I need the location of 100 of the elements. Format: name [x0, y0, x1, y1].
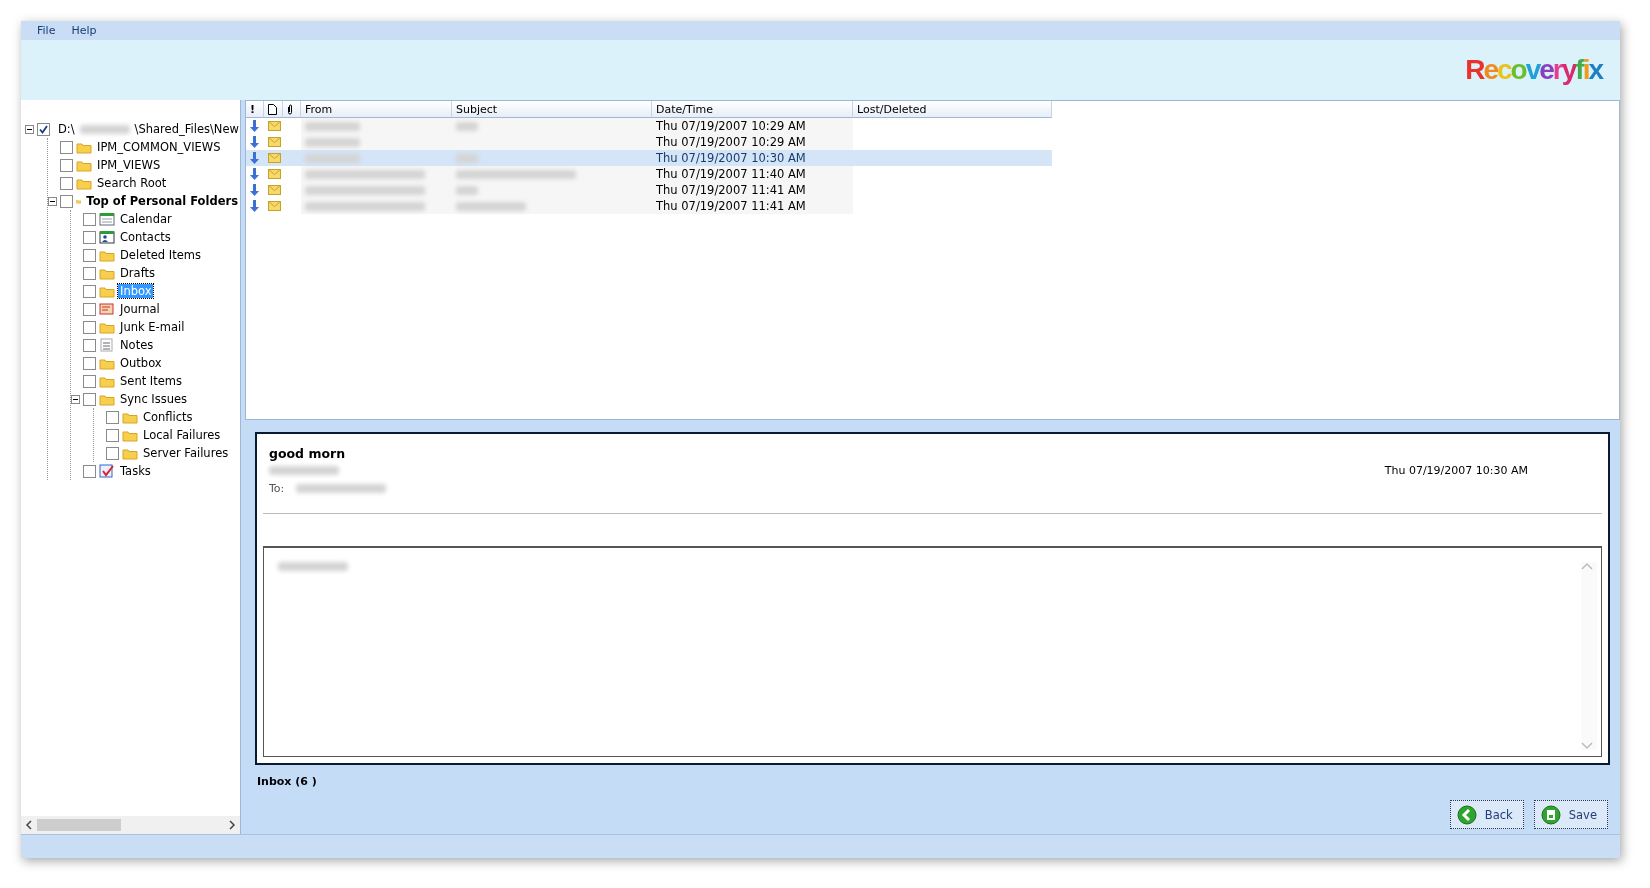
blurred-text	[269, 465, 339, 475]
from-cell[interactable]	[301, 118, 452, 134]
folder-label[interactable]: Sent Items	[118, 374, 184, 388]
message-row-cell[interactable]	[264, 150, 283, 166]
folder-label[interactable]: IPM_COMMON_VIEWS	[95, 140, 223, 154]
page-icon	[268, 103, 277, 115]
folder-label[interactable]: Local Failures	[141, 428, 223, 442]
notes-icon	[99, 338, 115, 352]
blurred-text	[456, 201, 526, 211]
envelope-icon	[268, 185, 281, 195]
checkbox[interactable]	[83, 302, 96, 316]
checkbox[interactable]	[83, 338, 96, 352]
folder-icon	[99, 248, 115, 262]
scroll-down-icon[interactable]	[1581, 742, 1593, 750]
checkbox[interactable]	[83, 230, 96, 244]
checkbox[interactable]	[83, 374, 96, 388]
folder-icon	[99, 320, 115, 334]
subject-cell[interactable]	[452, 166, 652, 182]
scroll-left-icon[interactable]	[25, 820, 33, 830]
checkbox[interactable]	[60, 176, 73, 190]
envelope-icon	[268, 137, 281, 147]
from-cell[interactable]	[301, 150, 452, 166]
down-arrow-icon	[250, 200, 259, 212]
checkbox[interactable]	[83, 356, 96, 370]
blurred-text	[305, 121, 360, 131]
column-header[interactable]	[283, 101, 301, 118]
blurred-text	[456, 153, 478, 163]
folder-label[interactable]: Calendar	[118, 212, 174, 226]
column-header[interactable]	[264, 101, 283, 118]
folder-icon	[99, 374, 115, 388]
from-cell[interactable]	[301, 182, 452, 198]
selected-row-cell[interactable]	[283, 150, 301, 166]
collapse-icon[interactable]	[71, 394, 80, 404]
folder-icon	[122, 410, 138, 424]
date-cell: Thu 07/19/2007 10:29 AM	[652, 134, 853, 150]
checkbox[interactable]	[60, 194, 73, 208]
folder-label[interactable]: Contacts	[118, 230, 173, 244]
checkbox[interactable]	[83, 248, 96, 262]
column-header[interactable]: !	[246, 101, 264, 118]
folder-label[interactable]: IPM_VIEWS	[95, 158, 163, 172]
folder-label[interactable]: Journal	[118, 302, 162, 316]
date-cell: Thu 07/19/2007 10:30 AM	[652, 150, 853, 166]
checkbox[interactable]	[83, 266, 96, 280]
scrollbar-thumb[interactable]	[37, 819, 121, 831]
folder-label[interactable]: Junk E-mail	[118, 320, 187, 334]
save-button[interactable]: Save	[1533, 800, 1608, 829]
blurred-text	[456, 185, 478, 195]
folder-label[interactable]: Search Root	[95, 176, 169, 190]
subject-cell[interactable]	[452, 150, 652, 166]
folder-label[interactable]: Conflicts	[141, 410, 195, 424]
scroll-up-icon[interactable]	[1581, 562, 1593, 570]
folder-label[interactable]: Server Failures	[141, 446, 231, 460]
checkbox[interactable]	[106, 428, 119, 442]
column-header[interactable]: Lost/Deleted	[853, 101, 1052, 118]
checkbox[interactable]	[83, 392, 96, 406]
folder-icon	[122, 428, 138, 442]
folder-icon	[99, 392, 115, 406]
path-label[interactable]: \Shared_Files\New	[132, 122, 240, 136]
checkbox[interactable]	[60, 140, 73, 154]
journal-icon	[99, 302, 115, 316]
scroll-right-icon[interactable]	[228, 820, 236, 830]
message-date: Thu 07/19/2007 10:30 AM	[1384, 463, 1528, 477]
from-cell[interactable]	[301, 166, 452, 182]
folder-icon	[76, 176, 92, 190]
folder-label[interactable]: Top of Personal Folders	[84, 194, 240, 208]
down-arrow-icon	[250, 152, 259, 164]
folder-label[interactable]: Deleted Items	[118, 248, 203, 262]
status-text: Inbox (6 )	[256, 774, 318, 788]
logo: Recoveryfix	[1465, 54, 1602, 86]
folder-label[interactable]: Notes	[118, 338, 156, 352]
folder-label[interactable]: Drafts	[118, 266, 157, 280]
checkbox[interactable]	[83, 212, 96, 226]
down-arrow-icon	[250, 120, 259, 132]
checkbox[interactable]	[83, 284, 96, 298]
checkbox[interactable]	[83, 320, 96, 334]
checkbox[interactable]	[37, 122, 50, 136]
selected-row-cell[interactable]	[853, 150, 1052, 166]
checkbox[interactable]	[60, 158, 73, 172]
blurred-text	[456, 121, 478, 131]
message-subject: good morn	[268, 446, 347, 461]
menu-item[interactable]: File	[31, 24, 62, 37]
column-header[interactable]: Date/Time	[652, 101, 853, 118]
checkbox[interactable]	[83, 464, 96, 478]
collapse-icon[interactable]	[48, 196, 57, 206]
column-header[interactable]: From	[301, 101, 452, 118]
folder-label[interactable]: Tasks	[118, 464, 153, 478]
down-arrow-icon	[250, 184, 259, 196]
down-arrow-icon	[250, 168, 259, 180]
checkbox[interactable]	[106, 446, 119, 460]
column-header[interactable]: Subject	[452, 101, 652, 118]
collapse-icon[interactable]	[25, 124, 34, 134]
path-label[interactable]: D:\	[56, 122, 77, 136]
folder-icon	[76, 158, 92, 172]
folder-label[interactable]: Sync Issues	[118, 392, 190, 406]
folder-label[interactable]: Outbox	[118, 356, 164, 370]
from-cell[interactable]	[301, 198, 452, 214]
checkbox[interactable]	[106, 410, 119, 424]
menu-item[interactable]: Help	[65, 24, 103, 37]
back-button[interactable]: Back	[1449, 800, 1524, 829]
message-row-cell[interactable]	[246, 150, 264, 166]
